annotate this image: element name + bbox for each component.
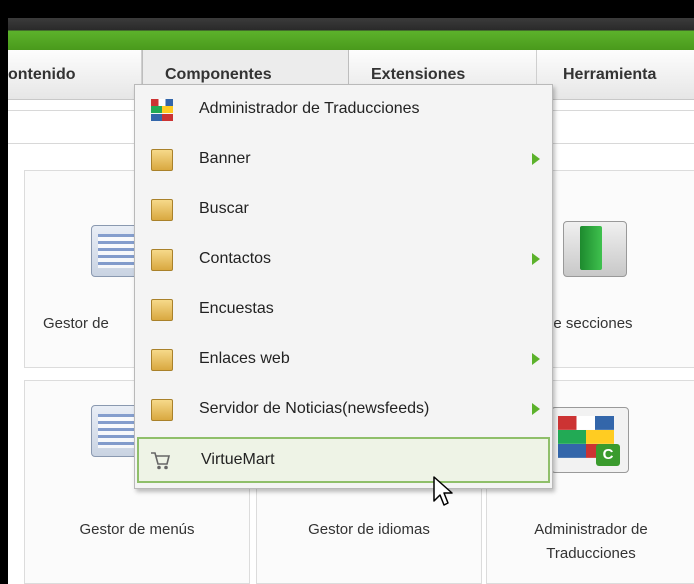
componentes-dropdown-menu: Administrador de Traducciones Banner Bus… xyxy=(134,84,553,489)
cart-icon xyxy=(151,452,171,470)
menu-item-encuestas[interactable]: Encuestas xyxy=(137,285,550,335)
menu-item-enlaces-web[interactable]: Enlaces web xyxy=(137,335,550,385)
menu-item-administrador-traducciones[interactable]: Administrador de Traducciones xyxy=(137,85,550,135)
submenu-arrow-icon xyxy=(532,353,540,365)
top-bar xyxy=(8,18,694,50)
tab-label: ontenido xyxy=(8,66,76,83)
tab-label: Extensiones xyxy=(371,66,466,83)
menu-item-label: VirtueMart xyxy=(201,451,275,468)
folder-icon xyxy=(151,199,173,221)
mouse-pointer-icon xyxy=(433,476,453,506)
card-label: Gestor de menús xyxy=(79,521,195,538)
tab-label: Componentes xyxy=(165,66,272,83)
menu-item-virtuemart[interactable]: VirtueMart xyxy=(137,437,550,483)
folder-icon xyxy=(151,349,173,371)
menu-item-label: Banner xyxy=(199,150,251,167)
card-label: Administrador de xyxy=(534,521,648,538)
flags-icon xyxy=(151,99,173,121)
submenu-arrow-icon xyxy=(532,403,540,415)
menu-item-contactos[interactable]: Contactos xyxy=(137,235,550,285)
menu-item-label: Contactos xyxy=(199,250,272,267)
menu-item-label: Servidor de Noticias(newsfeeds) xyxy=(199,400,430,417)
menu-item-label: Administrador de Traducciones xyxy=(199,100,420,117)
card-label: Gestor de idiomas xyxy=(308,521,430,538)
sections-manager-icon xyxy=(563,221,627,277)
submenu-arrow-icon xyxy=(532,153,540,165)
translations-admin-icon: C xyxy=(551,407,629,473)
tab-label: Herramienta xyxy=(563,66,657,83)
folder-icon xyxy=(151,149,173,171)
tab-contenido[interactable]: ontenido xyxy=(8,50,142,100)
menu-item-label: Buscar xyxy=(199,200,249,217)
menu-item-servidor-noticias[interactable]: Servidor de Noticias(newsfeeds) xyxy=(137,385,550,435)
folder-icon xyxy=(151,299,173,321)
menu-item-label: Encuestas xyxy=(199,300,274,317)
card-label: Traducciones xyxy=(546,545,636,562)
folder-icon xyxy=(151,249,173,271)
folder-icon xyxy=(151,399,173,421)
menu-item-label: Enlaces web xyxy=(199,350,290,367)
menu-item-buscar[interactable]: Buscar xyxy=(137,185,550,235)
menu-item-banner[interactable]: Banner xyxy=(137,135,550,185)
submenu-arrow-icon xyxy=(532,253,540,265)
tab-herramientas[interactable]: Herramienta xyxy=(537,50,694,100)
